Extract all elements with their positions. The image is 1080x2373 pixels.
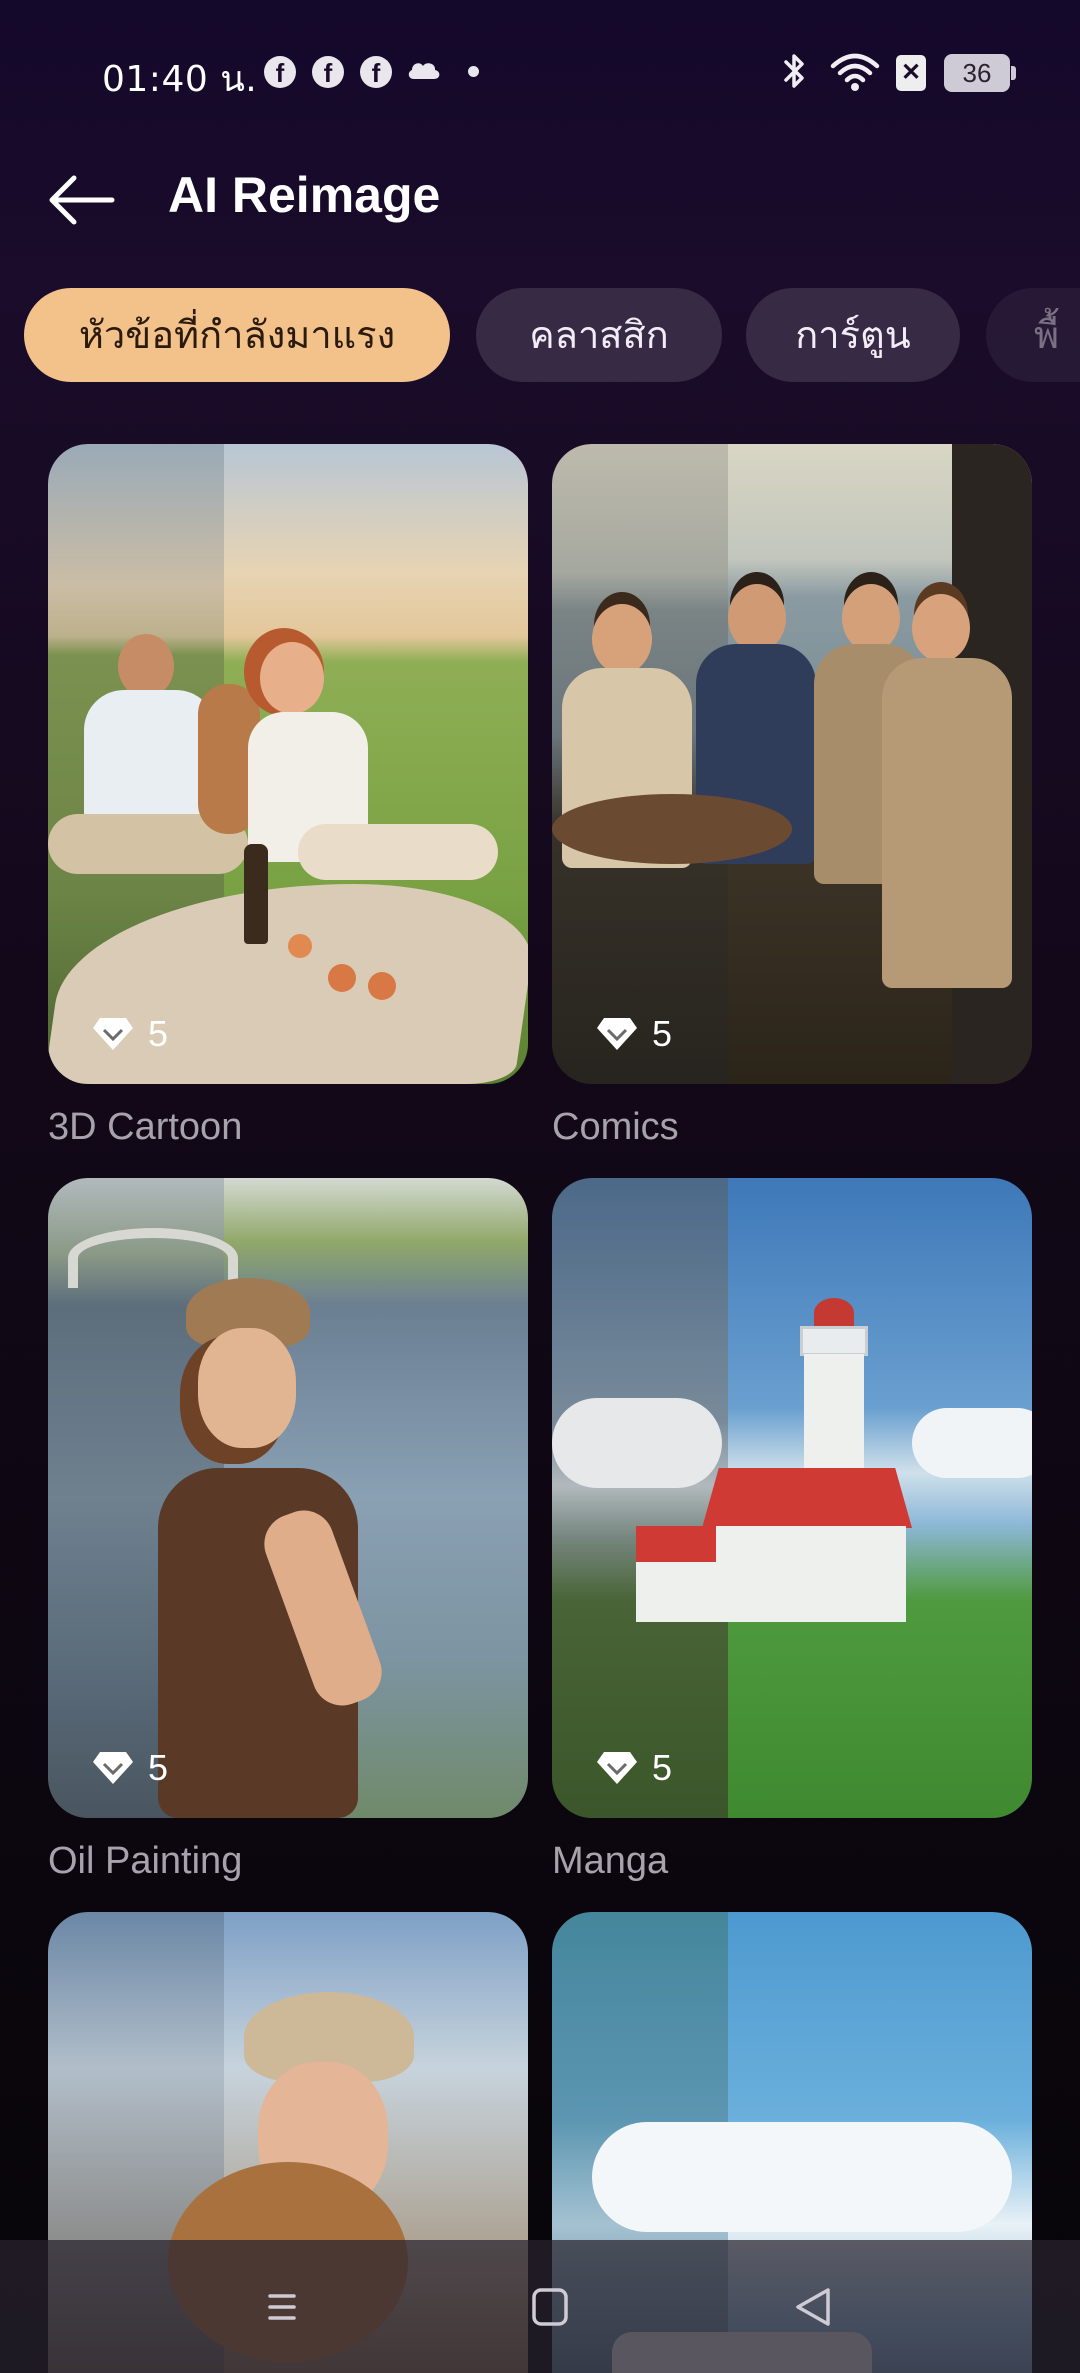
style-card-manga[interactable]: 5 [552,1178,1032,1818]
cost-value: 5 [652,1747,673,1788]
woman-face [198,1328,296,1448]
diamond-icon [597,1752,637,1784]
menu-icon[interactable] [252,2280,312,2334]
man-head [118,634,174,698]
diamond-icon [597,1018,637,1050]
wifi-icon [830,53,880,91]
man-head [728,584,786,652]
lighthouse-lantern [800,1326,868,1356]
dot-icon [468,66,479,77]
back-button[interactable] [44,164,124,236]
category-tabs: หัวข้อที่กำลังมาแรง คลาสสิก การ์ตูน พื้ [0,288,1080,384]
cost-badge: 5 [92,1744,168,1792]
facebook-icon: f [264,56,296,88]
card-label: Comics [552,1106,679,1148]
house-roof-side [636,1526,716,1562]
diamond-icon [93,1752,133,1784]
cost-badge: 5 [596,1010,672,1058]
cost-value: 5 [148,1747,169,1788]
lighthouse-tower [804,1354,864,1474]
battery-icon: 36 [944,54,1016,92]
cost-value: 5 [652,1013,673,1054]
cost-badge: 5 [596,1744,672,1792]
cloud-icon [408,63,440,79]
card-label: 3D Cartoon [48,1106,243,1148]
facebook-icon: f [312,56,344,88]
cloud [912,1408,1032,1478]
status-time: 01:40 น. [102,59,258,100]
cloud [552,1398,722,1488]
woman-legs [298,824,498,880]
house-roof [702,1468,912,1528]
back-triangle-icon[interactable] [784,2280,844,2334]
card-label: Manga [552,1840,669,1882]
bridge [68,1228,238,1288]
fruit [368,972,396,1000]
cost-value: 5 [148,1013,169,1054]
status-bar: 01:40 น. f f f ✕ 36 [0,0,1080,140]
original-photo-half [552,1178,728,1818]
table [552,794,792,864]
style-card-3d-cartoon[interactable]: 5 [48,444,528,1084]
tab-classic[interactable]: คลาสสิก [476,288,722,382]
home-square-icon[interactable] [520,2280,580,2334]
cost-badge: 5 [92,1010,168,1058]
facebook-icon: f [360,56,392,88]
card-label: Oil Painting [48,1840,243,1882]
man-suit [882,658,1012,988]
arrow-left-icon [49,175,115,225]
fruit [288,934,312,958]
man-head [912,594,970,662]
tab-more[interactable]: พื้ [986,288,1080,382]
man-head [592,604,652,674]
tab-cartoon[interactable]: การ์ตูน [746,288,960,382]
woman-head [260,642,324,714]
system-nav-bar [0,2240,1080,2373]
bluetooth-icon [784,54,804,88]
lighthouse-top [814,1298,854,1328]
wine-bottle [244,844,268,944]
cloud [592,2122,1012,2232]
man-head [842,584,900,652]
style-card-comics[interactable]: 5 [552,444,1032,1084]
no-sim-icon: ✕ [896,55,926,91]
page-title: AI Reimage [168,167,441,223]
tab-trending[interactable]: หัวข้อที่กำลังมาแรง [24,288,450,382]
style-card-oil-painting[interactable]: 5 [48,1178,528,1818]
diamond-icon [93,1018,133,1050]
fruit [328,964,356,992]
